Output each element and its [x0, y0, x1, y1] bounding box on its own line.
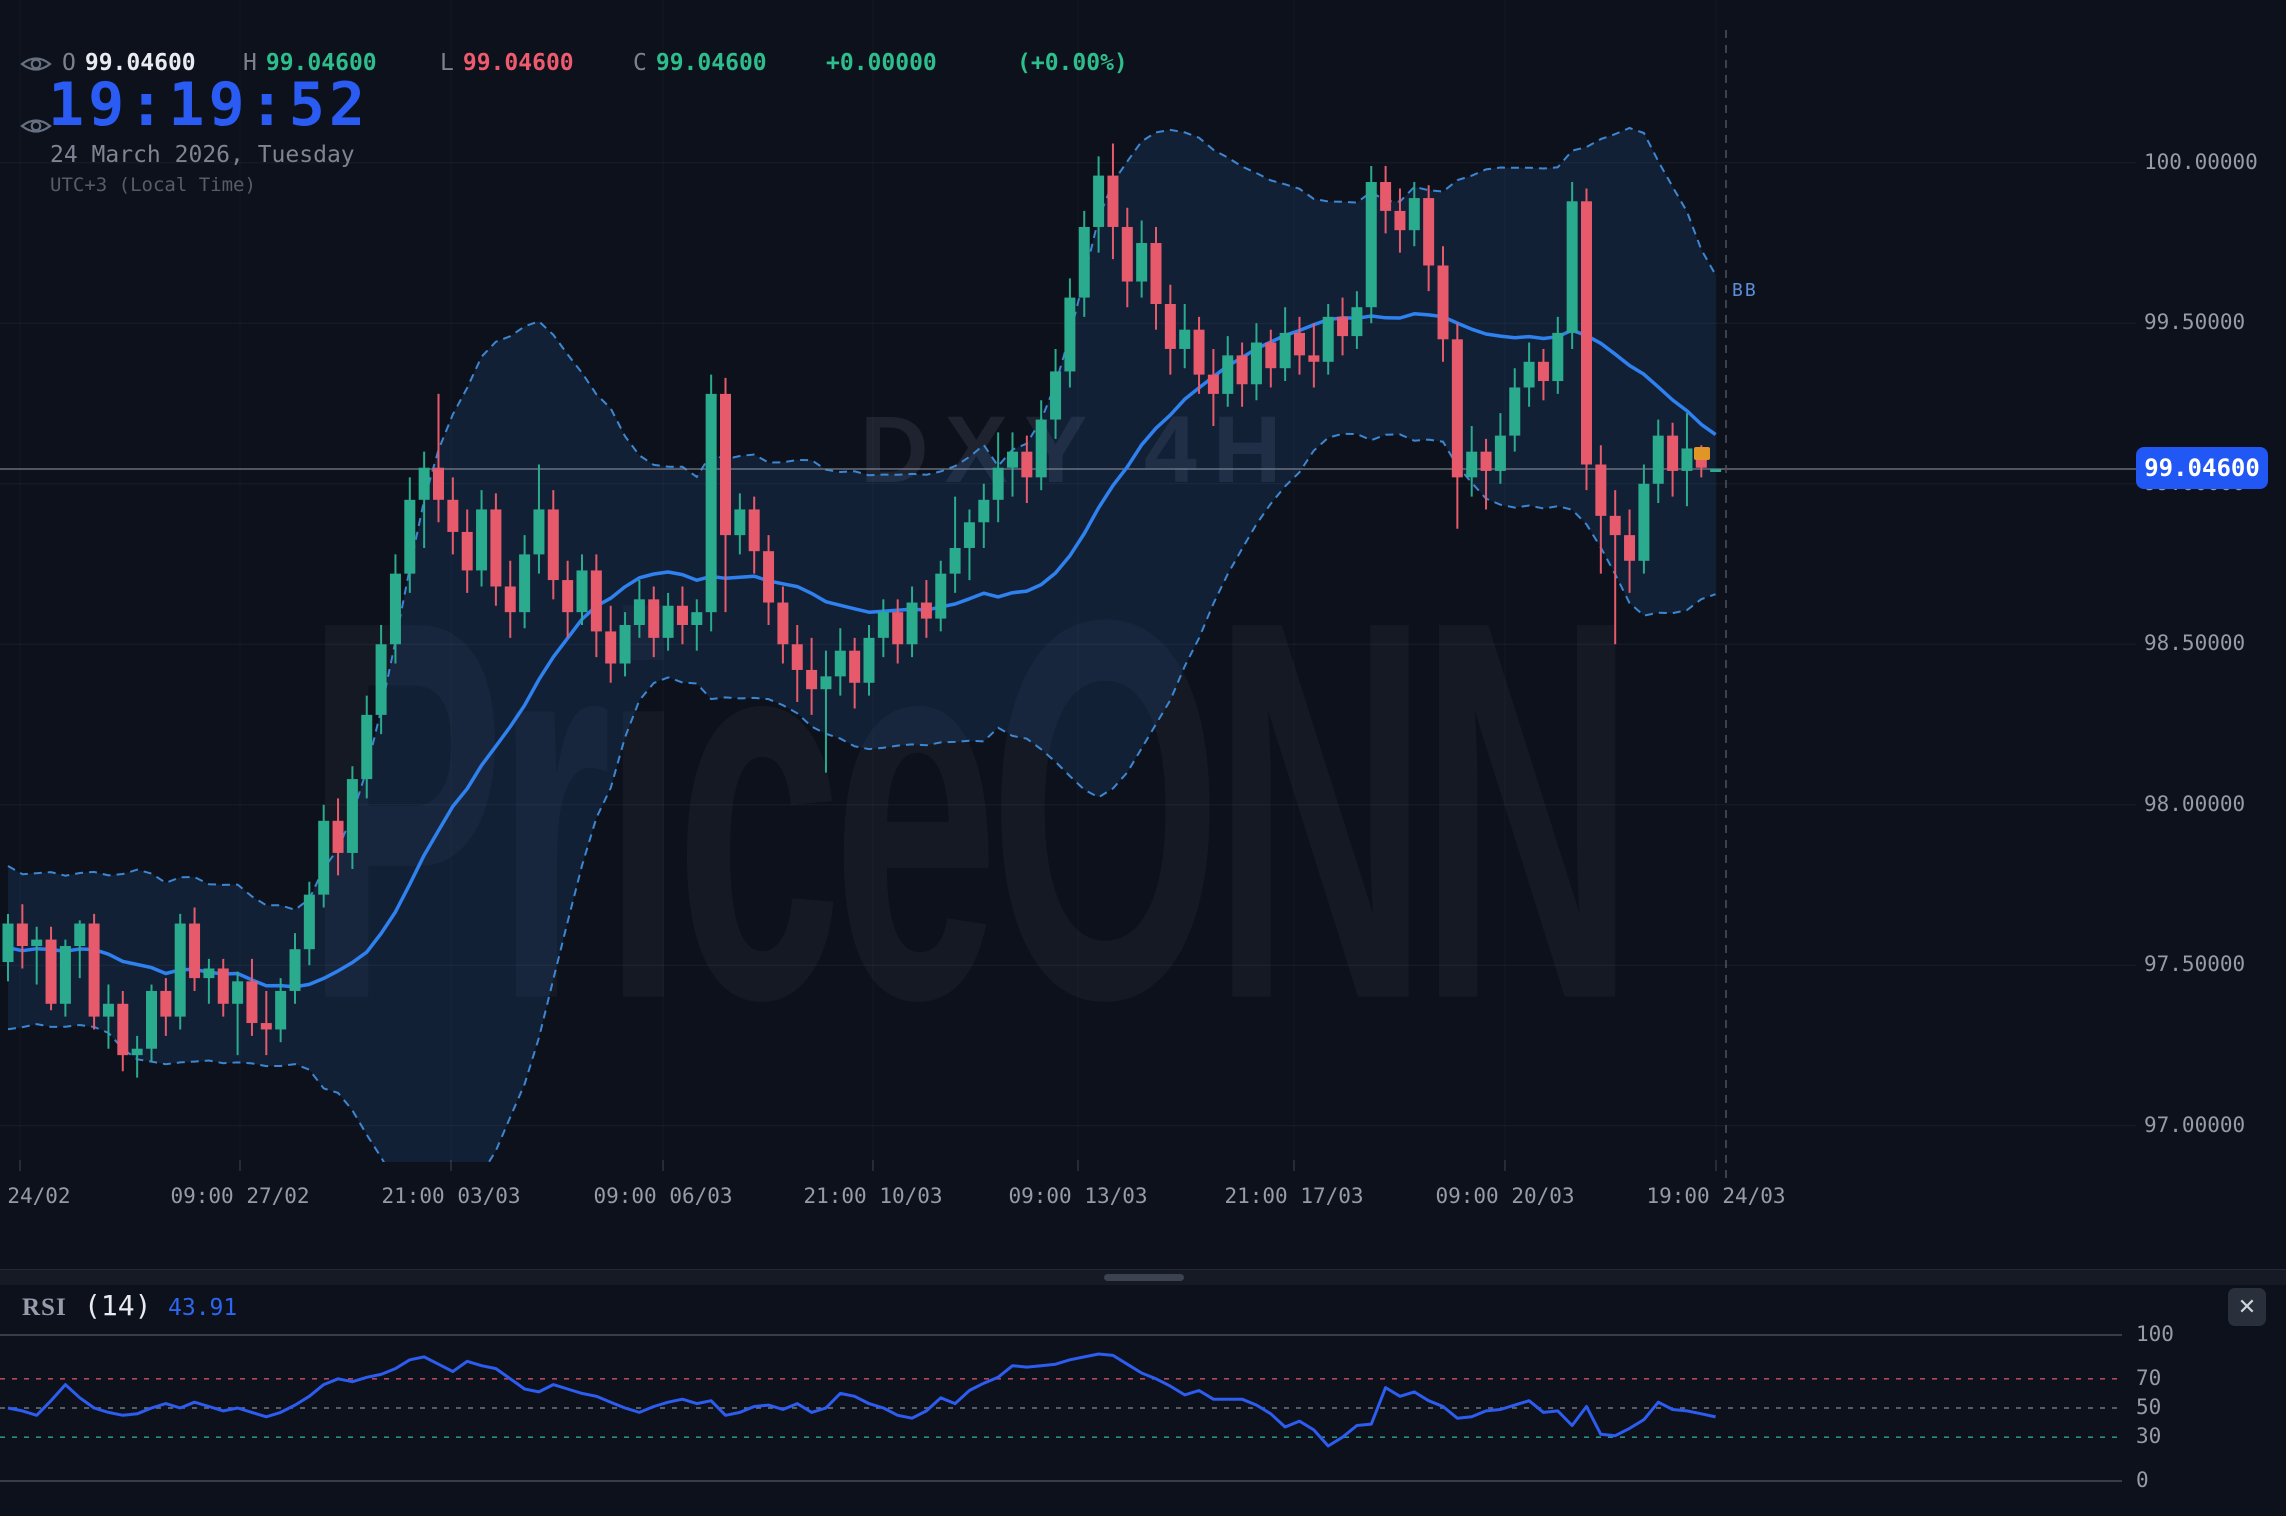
current-candle-marker: [1694, 447, 1710, 460]
price-axis-label: 100.00000: [2144, 150, 2258, 174]
price-axis-label: 98.00000: [2144, 792, 2245, 816]
digital-clock: 19:19:52: [48, 70, 369, 140]
rsi-axis-label: 50: [2136, 1395, 2161, 1419]
time-axis-label: 21:00 17/03: [1224, 1184, 1363, 1208]
candlestick-chart[interactable]: [0, 0, 2286, 1516]
price-change: +0.00000: [826, 50, 937, 76]
close-label: C: [633, 50, 647, 76]
time-axis-label: 19:00 24/03: [1646, 1184, 1785, 1208]
current-price-badge: 99.04600: [2136, 447, 2268, 489]
time-axis-label: 09:00 27/02: [170, 1184, 309, 1208]
rsi-axis-label: 100: [2136, 1322, 2174, 1346]
rsi-period: (14): [84, 1289, 151, 1322]
time-axis-label: 21:00 10/03: [803, 1184, 942, 1208]
price-axis-label: 97.50000: [2144, 952, 2245, 976]
time-axis-label: 21:00 03/03: [381, 1184, 520, 1208]
timezone-label: UTC+3 (Local Time): [50, 174, 256, 196]
rsi-title: RSI: [22, 1294, 67, 1322]
low-value: 99.04600: [463, 50, 574, 76]
price-axis-label: 98.50000: [2144, 631, 2245, 655]
rsi-value: 43.91: [168, 1295, 237, 1321]
rsi-axis-label: 70: [2136, 1366, 2161, 1390]
rsi-axis-label: 0: [2136, 1468, 2149, 1492]
date-label: 24 March 2026, Tuesday: [50, 142, 355, 168]
ohlc-low: L 99.04600: [440, 50, 574, 76]
time-axis-label: 09:00 06/03: [593, 1184, 732, 1208]
price-axis-label: 99.50000: [2144, 310, 2245, 334]
rsi-axis-label: 30: [2136, 1424, 2161, 1448]
close-value: 99.04600: [656, 50, 767, 76]
time-axis-label: 09:00 20/03: [1435, 1184, 1574, 1208]
time-axis-label: 00 24/02: [0, 1184, 71, 1208]
ohlc-close: C 99.04600: [633, 50, 767, 76]
price-axis-label: 97.00000: [2144, 1113, 2245, 1137]
time-axis-label: 09:00 13/03: [1008, 1184, 1147, 1208]
low-label: L: [440, 50, 454, 76]
bollinger-band-label: BB: [1732, 280, 1758, 301]
trading-terminal: DXY 4H PriceONN O99.04600 H99.04600 L99.…: [0, 0, 2286, 1516]
price-change-percent: (+0.00%): [1017, 50, 1128, 76]
